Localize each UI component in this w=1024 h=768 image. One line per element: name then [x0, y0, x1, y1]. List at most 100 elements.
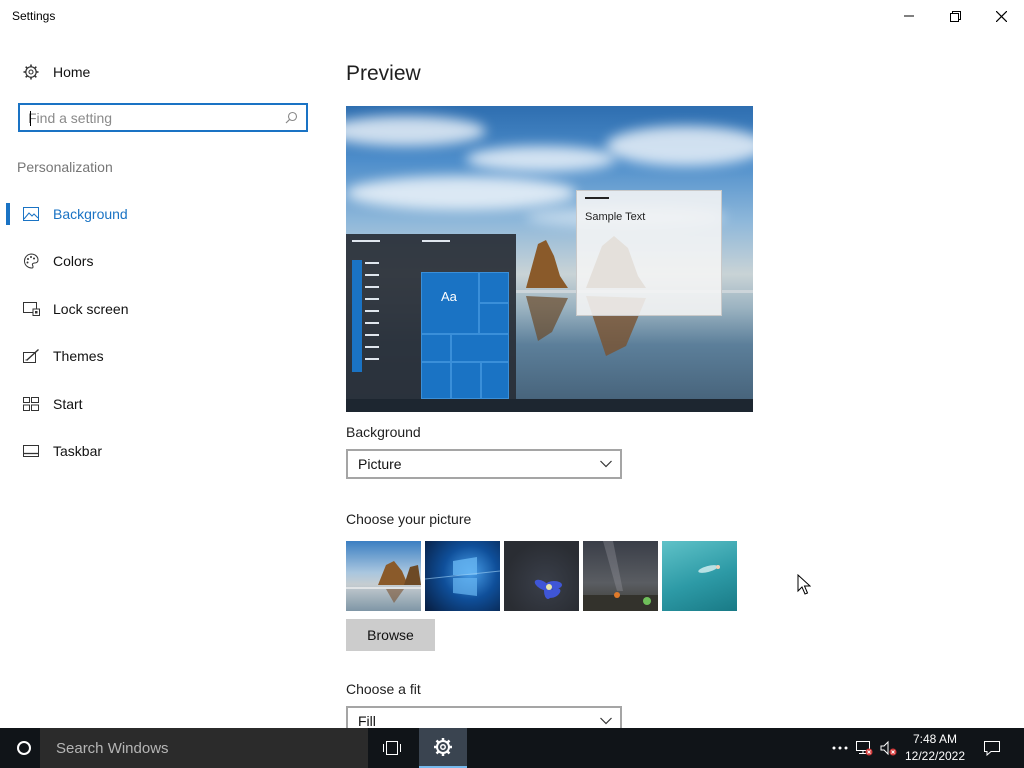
preview-line	[422, 240, 450, 242]
preview-cloud	[346, 116, 486, 146]
home-label: Home	[53, 64, 91, 80]
preview-tile	[479, 272, 509, 303]
browse-button[interactable]: Browse	[346, 619, 435, 651]
more-icon	[832, 746, 848, 750]
preview-tile	[421, 362, 451, 399]
preview-cloud	[466, 146, 616, 172]
network-button[interactable]	[852, 728, 876, 768]
page-title: Preview	[346, 62, 421, 85]
action-center-button[interactable]	[976, 728, 1008, 768]
section-title: Personalization	[17, 159, 113, 175]
sidebar-item-start[interactable]: Start	[0, 384, 330, 424]
palette-icon	[22, 252, 40, 270]
preview-line	[365, 322, 379, 324]
gear-icon	[22, 63, 40, 81]
thumbnail-blue-flower[interactable]	[504, 541, 579, 611]
taskbar-settings-app[interactable]	[419, 728, 467, 768]
background-preview: Aa Sample Text	[346, 106, 753, 412]
preview-line	[585, 197, 609, 199]
preview-line	[352, 240, 380, 242]
close-icon	[995, 10, 1007, 22]
search-icon[interactable]	[285, 111, 298, 129]
taskbar-search-box[interactable]: Search Windows	[40, 728, 368, 768]
clock-time: 7:48 AM	[912, 732, 958, 746]
minimize-icon	[904, 15, 914, 17]
chevron-down-icon	[600, 460, 612, 468]
preview-line	[365, 310, 379, 312]
sidebar-item-themes[interactable]: Themes	[0, 336, 330, 376]
fit-dropdown-value: Fill	[358, 713, 376, 728]
taskbar-search-text: Search Windows	[56, 740, 169, 757]
preview-app-column	[352, 260, 362, 372]
preview-line	[365, 274, 379, 276]
thumbnail-beach-rocks[interactable]	[346, 541, 421, 611]
sidebar-item-label: Background	[53, 206, 128, 222]
main-content: Preview Aa Sample Text Background Pictur…	[330, 32, 1024, 728]
preview-tile	[421, 334, 451, 362]
preview-cloud	[346, 176, 576, 210]
preview-line	[365, 358, 379, 360]
window-title: Settings	[12, 9, 56, 23]
preview-cloud	[606, 126, 753, 166]
volume-button[interactable]	[876, 728, 900, 768]
sidebar-item-label: Colors	[53, 253, 94, 269]
preview-start-menu: Aa	[346, 234, 516, 399]
picture-icon	[22, 205, 40, 223]
network-disconnected-icon	[856, 741, 873, 756]
fit-dropdown[interactable]: Fill	[346, 706, 622, 728]
choose-fit-label: Choose a fit	[346, 681, 421, 697]
preview-line	[365, 286, 379, 288]
taskbar-icon	[22, 442, 40, 460]
preview-tile	[479, 303, 509, 334]
preview-taskbar	[346, 399, 753, 412]
search-box[interactable]	[18, 103, 308, 132]
sidebar-item-label: Start	[53, 396, 83, 412]
taskbar: Search Windows 7:48 AM 12/22/2022	[0, 728, 1024, 768]
preview-tile	[481, 362, 509, 399]
sidebar-item-label: Themes	[53, 348, 104, 364]
background-label: Background	[346, 424, 421, 440]
thumbnail-night-sky[interactable]	[583, 541, 658, 611]
themes-icon	[22, 347, 40, 365]
preview-tile	[451, 334, 509, 362]
clock-date: 12/22/2022	[904, 749, 966, 763]
notifications-icon	[984, 741, 1000, 756]
lock-screen-icon	[22, 300, 40, 318]
show-hidden-icons-button[interactable]	[828, 728, 852, 768]
cortana-icon	[17, 741, 31, 755]
search-input[interactable]	[28, 109, 278, 127]
thumbnail-underwater-swimmer[interactable]	[662, 541, 737, 611]
start-icon	[22, 395, 40, 413]
gear-icon	[434, 738, 452, 756]
close-button[interactable]	[978, 0, 1024, 32]
text-caret	[30, 111, 31, 126]
sample-text: Sample Text	[585, 211, 646, 223]
task-view-button[interactable]	[368, 728, 416, 768]
sidebar-item-colors[interactable]: Colors	[0, 241, 330, 281]
sidebar-item-label: Lock screen	[53, 301, 129, 317]
home-nav-item[interactable]: Home	[0, 52, 330, 92]
preview-line	[365, 346, 379, 348]
thumbnail-windows-logo[interactable]	[425, 541, 500, 611]
sidebar-item-lock-screen[interactable]: Lock screen	[0, 289, 330, 329]
volume-muted-icon	[880, 740, 897, 756]
title-bar: Settings	[0, 0, 1024, 32]
sidebar-item-background[interactable]: Background	[0, 194, 330, 234]
preview-tile	[451, 362, 481, 399]
restore-icon	[949, 10, 961, 22]
preview-line	[365, 334, 379, 336]
restore-button[interactable]	[932, 0, 978, 32]
chevron-down-icon	[600, 717, 612, 725]
preview-line	[365, 298, 379, 300]
sidebar-item-taskbar[interactable]: Taskbar	[0, 431, 330, 471]
choose-picture-label: Choose your picture	[346, 511, 472, 527]
preview-tile-text: Aa	[441, 289, 457, 304]
sidebar: Home Personalization Background Colors L…	[0, 32, 330, 728]
preview-sample-window: Sample Text	[576, 190, 722, 316]
selection-indicator	[6, 203, 10, 225]
mouse-cursor-icon	[797, 574, 811, 595]
minimize-button[interactable]	[886, 0, 932, 32]
taskbar-clock[interactable]: 7:48 AM 12/22/2022	[900, 731, 970, 765]
sidebar-item-label: Taskbar	[53, 443, 103, 459]
background-dropdown[interactable]: Picture	[346, 449, 622, 479]
